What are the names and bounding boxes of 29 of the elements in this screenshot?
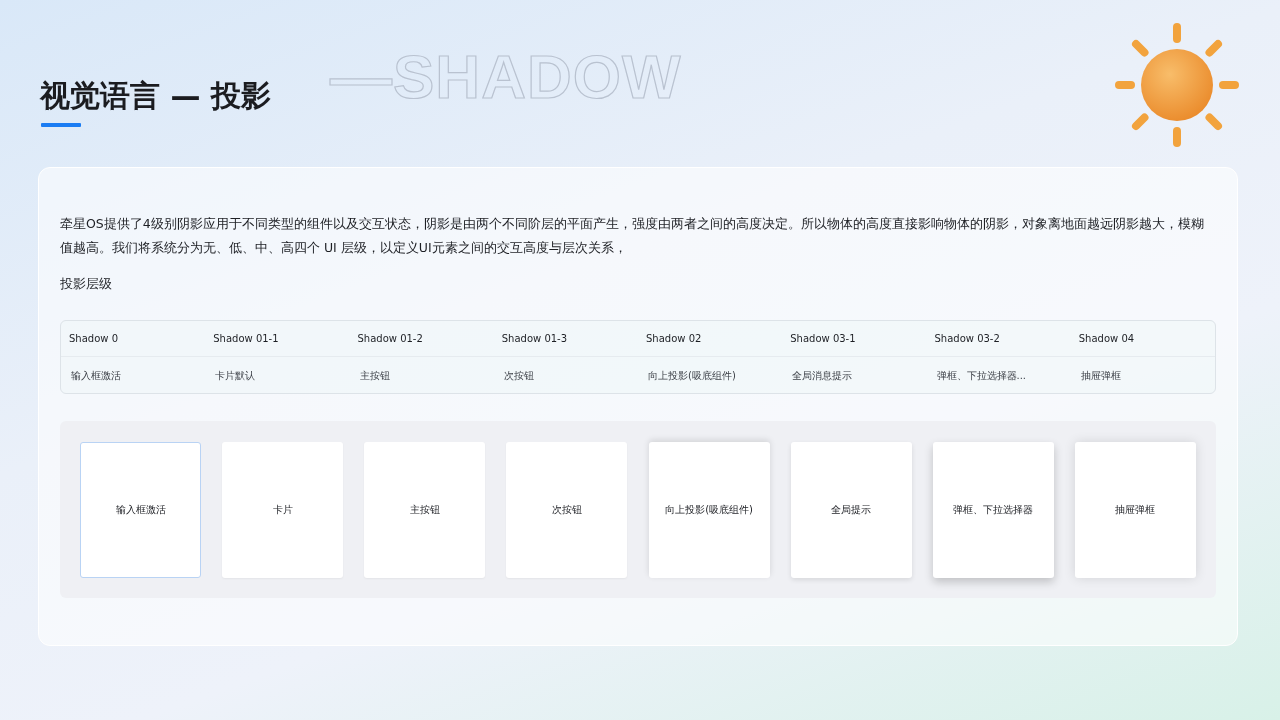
table-cell-text: 抽屉弹框 (1079, 369, 1122, 383)
title-underline (41, 123, 81, 127)
table-cell-text: 主按钮 (358, 369, 391, 383)
table-cell-text: 输入框激活 (70, 369, 122, 383)
column-header: Shadow 0 (68, 332, 119, 346)
column-header: Shadow 03-1 (789, 332, 857, 346)
column-header: Shadow 01-3 (500, 332, 569, 346)
table-cell-text: 全局消息提示 (791, 369, 854, 383)
shadow-sample-card: 卡片 (222, 442, 344, 578)
column-header: Shadow 04 (1077, 332, 1136, 346)
shadow-sample-card: 输入框激活 (80, 442, 201, 578)
column-header: Shadow 01-2 (356, 332, 424, 346)
table-cell-text: 次按钮 (502, 369, 535, 383)
shadow-sample-card: 抽屉弹框 (1075, 442, 1196, 578)
sun-icon (1112, 20, 1242, 150)
shadow-sample-card: 主按钮 (364, 442, 486, 578)
shadow-sample-card: 全局提示 (790, 442, 912, 578)
shadow-sample-card: 弹框、下拉选择器 (932, 442, 1054, 578)
page-title: 视觉语言 — 投影 (40, 77, 271, 115)
shadow-sample-card: 次按钮 (506, 442, 628, 578)
table-cell-text: 卡片默认 (214, 369, 257, 383)
table-cell-text: 向上投影(吸底组件) (647, 369, 737, 383)
section-title: 投影层级 (60, 275, 113, 293)
column-header: Shadow 01-1 (212, 332, 280, 346)
column-header: Shadow 03-2 (933, 332, 1001, 346)
intro-paragraph: 牵星OS提供了4级别阴影应用于不同类型的组件以及交互状态，阴影是由两个不同阶层的平面产生，强度由两者之间的高度决定。所以物体的高度直接影响物体的阴影，对象离地面越远阴影越大，模糊值越高。我们将系统分为无、低、中、高四个 UI 层级，以定义UI元素之间的交互高度与层次关系， (60, 215, 1205, 257)
table-cell-text: 弹框、下拉选择器... (935, 369, 1028, 383)
shadow-sample-card: 向上投影(吸底组件) (648, 442, 770, 578)
column-header: Shadow 02 (645, 332, 703, 346)
